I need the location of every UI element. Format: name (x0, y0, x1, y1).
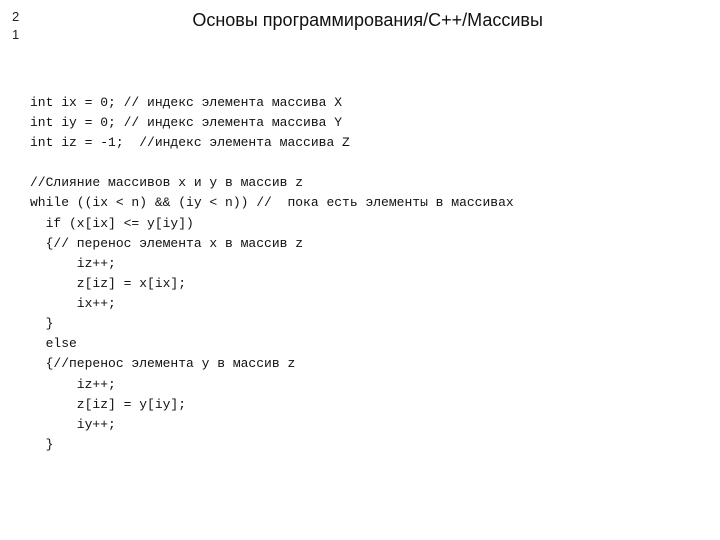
code-line: while ((ix < n) && (iy < n)) // пока ест… (30, 193, 690, 213)
page-numbers: 2 1 (12, 8, 19, 44)
code-line: } (30, 314, 690, 334)
code-line: ix++; (30, 294, 690, 314)
code-line: z[iz] = x[ix]; (30, 274, 690, 294)
code-line: int iz = -1; //индекс элемента массива Z (30, 133, 690, 153)
code-line: else (30, 334, 690, 354)
code-line: {//перенос элемента y в массив z (30, 354, 690, 374)
page-num-top: 2 (12, 8, 19, 26)
header-area: 2 1 Основы программирования/С++/Массивы (0, 0, 720, 48)
code-line: } (30, 435, 690, 455)
code-line: int iy = 0; // индекс элемента массива Y (30, 113, 690, 133)
code-line: z[iz] = y[iy]; (30, 395, 690, 415)
page-container: 2 1 Основы программирования/С++/Массивы … (0, 0, 720, 540)
code-line: iz++; (30, 375, 690, 395)
page-num-bottom: 1 (12, 26, 19, 44)
code-line: //Слияние массивов x и y в массив z (30, 173, 690, 193)
code-line: int ix = 0; // индекс элемента массива X (30, 93, 690, 113)
code-line: {// перенос элемента x в массив z (30, 234, 690, 254)
page-title: Основы программирования/С++/Массивы (27, 8, 708, 31)
code-line: if (x[ix] <= y[iy]) (30, 214, 690, 234)
code-block: int ix = 0; // индекс элемента массива X… (0, 48, 720, 463)
code-line: iy++; (30, 415, 690, 435)
code-empty-line (30, 153, 690, 173)
code-line: iz++; (30, 254, 690, 274)
